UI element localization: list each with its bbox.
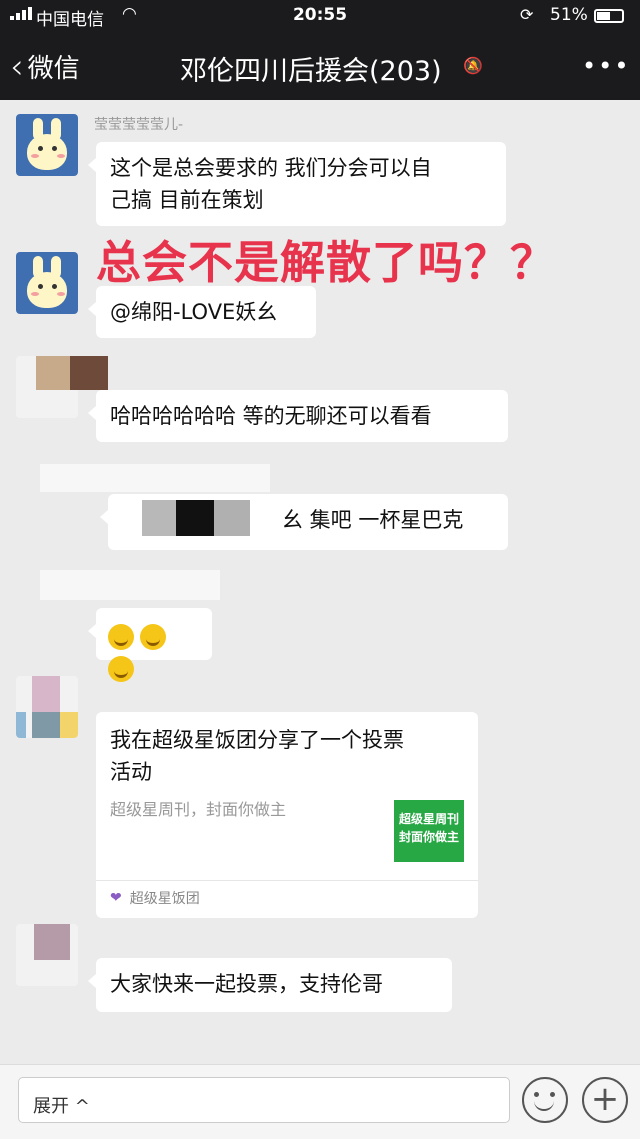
vote-share-card[interactable]: 我在超级星饭团分享了一个投票 活动 超级星周刊，封面你做主 超级星周刊 封面你做… [96,712,478,918]
pixelated-avatar-block [70,356,108,390]
battery-icon [594,9,624,23]
message-text: 己搞 目前在策划 [110,188,264,212]
battery-percent: 51% [550,5,588,25]
sender-name: 莹莹莹莹莹儿- [94,117,184,133]
censor-block [40,570,220,600]
laughing-emoji-icon [108,624,134,650]
expand-input-button[interactable]: 展开 ^ [18,1077,510,1123]
message-text: 幺 集吧 一杯星巴克 [282,508,464,532]
avatar[interactable] [16,252,78,314]
message-bubble[interactable]: 这个是总会要求的 我们分会可以自 己搞 目前在策划 [88,142,506,226]
message-bubble[interactable]: 哈哈哈哈哈哈 等的无聊还可以看看 [88,390,508,442]
card-title-line: 我在超级星饭团分享了一个投票 [110,728,404,752]
avatar[interactable] [16,356,78,418]
app-logo-icon: ❤ [110,890,122,906]
avatar[interactable] [16,924,78,986]
battery-fill [597,12,611,20]
card-divider [96,880,478,881]
message-bubble[interactable]: 幺 集吧 一杯星巴克 [100,494,508,550]
input-bar: 展开 ^ + [0,1064,640,1139]
overlay-annotation: 总会不是解散了吗？？ [96,236,557,289]
card-title-line: 活动 [110,760,152,784]
message-bubble[interactable] [88,608,212,682]
card-source-name: 超级星饭团 [129,891,200,907]
avatar[interactable] [16,114,78,176]
back-button[interactable]: ‹ 微信 [10,48,80,85]
thumb-text: 封面你做主 [398,830,459,844]
chat-area[interactable]: 莹莹莹莹莹儿- 这个是总会要求的 我们分会可以自 己搞 目前在策划 @绵阳-LO… [0,100,640,1060]
message-text: @绵阳-LOVE妖幺 [110,300,278,324]
card-source: ❤ 超级星饭团 [110,888,200,908]
card-description: 超级星周刊，封面你做主 [110,800,287,819]
emoji-button[interactable] [522,1077,568,1123]
message-text: 这个是总会要求的 我们分会可以自 [110,156,432,180]
nav-bar: ‹ 微信 邓伦四川后援会(203) 🔕 ••• [0,34,640,100]
card-thumbnail: 超级星周刊 封面你做主 [394,800,464,862]
laughing-emoji-icon [108,656,134,682]
censor-block [40,464,270,492]
chat-title: 邓伦四川后援会(203) [180,56,442,87]
message-bubble[interactable]: @绵阳-LOVE妖幺 [88,286,316,338]
more-functions-button[interactable]: + [582,1077,628,1123]
back-label: 微信 [27,54,80,84]
message-text: 哈哈哈哈哈哈 等的无聊还可以看看 [110,404,432,428]
avatar[interactable] [16,676,78,738]
laughing-emoji-icon [140,624,166,650]
chevron-left-icon: ‹ [10,46,24,87]
message-bubble[interactable]: 大家快来一起投票，支持伦哥 [88,958,452,1012]
thumb-text: 超级星周刊 [398,812,459,826]
status-bar: 中国电信 ◠ 20:55 ⟳ 51% [0,0,640,34]
message-text: 大家快来一起投票，支持伦哥 [110,972,383,996]
more-options-button[interactable]: ••• [582,52,630,80]
card-title: 我在超级星饭团分享了一个投票 活动 [110,724,450,788]
clock: 20:55 [292,5,348,25]
rotation-lock-icon: ⟳ [520,5,534,24]
mute-icon: 🔕 [463,56,483,75]
